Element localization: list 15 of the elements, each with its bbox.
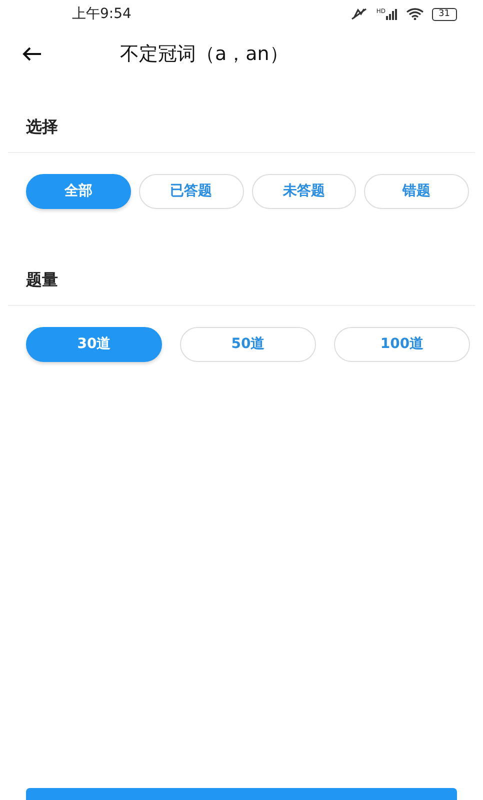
signal-icon — [386, 8, 398, 20]
filter-chip[interactable]: 错题 — [364, 174, 469, 209]
section-title: 题量 — [24, 269, 59, 291]
section-title: 选择 — [25, 116, 59, 138]
filter-chip[interactable]: 已答题 — [138, 174, 244, 209]
wifi-icon — [406, 8, 424, 20]
filter-chip[interactable]: 100道 — [334, 327, 470, 362]
filter-chip[interactable]: 30道 — [26, 327, 162, 362]
filter-chip[interactable]: 未答题 — [252, 174, 356, 209]
filter-chip[interactable]: 50道 — [180, 327, 316, 362]
status-time: 上午9:54 — [72, 4, 132, 24]
filter-chip[interactable]: 全部 — [26, 174, 131, 209]
page-title: 不定冠词（a，an） — [120, 42, 288, 67]
battery-indicator: 31 — [432, 8, 457, 20]
back-icon[interactable] — [22, 46, 42, 62]
